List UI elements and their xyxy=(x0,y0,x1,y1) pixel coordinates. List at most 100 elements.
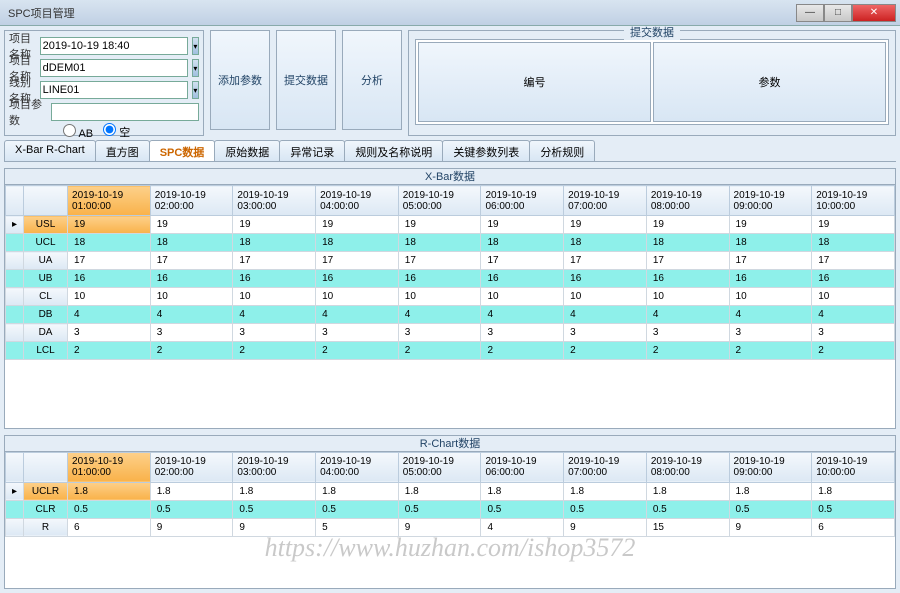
minimize-button[interactable]: — xyxy=(796,4,824,22)
cell[interactable]: 18 xyxy=(812,234,895,252)
cell[interactable]: 2 xyxy=(564,342,647,360)
cell[interactable]: 6 xyxy=(68,518,151,536)
cell[interactable]: 17 xyxy=(398,252,481,270)
cell[interactable]: 10 xyxy=(646,288,729,306)
project-date-input[interactable] xyxy=(40,37,188,55)
tab-7[interactable]: 分析规则 xyxy=(529,140,595,161)
tab-4[interactable]: 异常记录 xyxy=(279,140,345,161)
project-name-input[interactable] xyxy=(40,59,188,77)
cell[interactable]: 17 xyxy=(812,252,895,270)
cell[interactable]: 3 xyxy=(316,324,399,342)
cell[interactable]: 19 xyxy=(564,216,647,234)
xbar-grid[interactable]: 2019-10-1901:00:002019-10-1902:00:002019… xyxy=(5,185,895,360)
cell[interactable]: 3 xyxy=(481,324,564,342)
cell[interactable]: 9 xyxy=(729,518,812,536)
cell[interactable]: 1.8 xyxy=(398,482,481,500)
cell[interactable]: 2 xyxy=(68,342,151,360)
cell[interactable]: 17 xyxy=(646,252,729,270)
cell[interactable]: 1.8 xyxy=(481,482,564,500)
analyze-button[interactable]: 分析 xyxy=(342,30,402,130)
cell[interactable]: 0.5 xyxy=(150,500,233,518)
cell[interactable]: 1.8 xyxy=(646,482,729,500)
tab-2[interactable]: SPC数据 xyxy=(149,140,216,161)
radio-empty[interactable]: 空 xyxy=(103,123,130,140)
cell[interactable]: 16 xyxy=(398,270,481,288)
cell[interactable]: 19 xyxy=(646,216,729,234)
cell[interactable]: 18 xyxy=(481,234,564,252)
cell[interactable]: 10 xyxy=(564,288,647,306)
cell[interactable]: 0.5 xyxy=(68,500,151,518)
cell[interactable]: 16 xyxy=(481,270,564,288)
cell[interactable]: 18 xyxy=(233,234,316,252)
cell[interactable]: 2 xyxy=(233,342,316,360)
col-header[interactable]: 2019-10-1902:00:00 xyxy=(150,452,233,482)
cell[interactable]: 0.5 xyxy=(646,500,729,518)
cell[interactable]: 4 xyxy=(481,518,564,536)
cell[interactable]: 4 xyxy=(729,306,812,324)
cell[interactable]: 0.5 xyxy=(812,500,895,518)
cell[interactable]: 2 xyxy=(812,342,895,360)
cell[interactable]: 16 xyxy=(68,270,151,288)
cell[interactable]: 16 xyxy=(233,270,316,288)
cell[interactable]: 19 xyxy=(150,216,233,234)
col-header[interactable]: 2019-10-1904:00:00 xyxy=(316,452,399,482)
cell[interactable]: 3 xyxy=(646,324,729,342)
line-input[interactable] xyxy=(40,81,188,99)
cell[interactable]: 4 xyxy=(233,306,316,324)
cell[interactable]: 18 xyxy=(398,234,481,252)
cell[interactable]: 19 xyxy=(68,216,151,234)
cell[interactable]: 18 xyxy=(68,234,151,252)
cell[interactable]: 4 xyxy=(398,306,481,324)
rchart-grid[interactable]: 2019-10-1901:00:002019-10-1902:00:002019… xyxy=(5,452,895,537)
tab-6[interactable]: 关键参数列表 xyxy=(442,140,530,161)
cell[interactable]: 10 xyxy=(233,288,316,306)
cell[interactable]: 3 xyxy=(150,324,233,342)
name-dropdown-icon[interactable]: ▾ xyxy=(192,59,199,77)
col-header[interactable]: 2019-10-1910:00:00 xyxy=(812,186,895,216)
cell[interactable]: 4 xyxy=(564,306,647,324)
cell[interactable]: 17 xyxy=(150,252,233,270)
cell[interactable]: 19 xyxy=(481,216,564,234)
cell[interactable]: 3 xyxy=(233,324,316,342)
col-header[interactable]: 2019-10-1903:00:00 xyxy=(233,452,316,482)
col-header[interactable]: 2019-10-1907:00:00 xyxy=(564,186,647,216)
cell[interactable]: 3 xyxy=(398,324,481,342)
cell[interactable]: 3 xyxy=(68,324,151,342)
cell[interactable]: 17 xyxy=(729,252,812,270)
col-header[interactable]: 2019-10-1905:00:00 xyxy=(398,452,481,482)
cell[interactable]: 2 xyxy=(150,342,233,360)
cell[interactable]: 9 xyxy=(564,518,647,536)
cell[interactable]: 10 xyxy=(481,288,564,306)
cell[interactable]: 3 xyxy=(729,324,812,342)
cell[interactable]: 2 xyxy=(398,342,481,360)
close-button[interactable]: ✕ xyxy=(852,4,896,22)
cell[interactable]: 19 xyxy=(729,216,812,234)
cell[interactable]: 17 xyxy=(564,252,647,270)
tab-0[interactable]: X-Bar R-Chart xyxy=(4,140,96,161)
cell[interactable]: 2 xyxy=(646,342,729,360)
cell[interactable]: 3 xyxy=(812,324,895,342)
cell[interactable]: 16 xyxy=(316,270,399,288)
cell[interactable]: 4 xyxy=(150,306,233,324)
line-dropdown-icon[interactable]: ▾ xyxy=(192,81,199,99)
col-header[interactable]: 2019-10-1907:00:00 xyxy=(564,452,647,482)
cell[interactable]: 15 xyxy=(646,518,729,536)
cell[interactable]: 16 xyxy=(564,270,647,288)
cell[interactable]: 18 xyxy=(729,234,812,252)
col-header[interactable]: 2019-10-1909:00:00 xyxy=(729,452,812,482)
cell[interactable]: 10 xyxy=(398,288,481,306)
tab-5[interactable]: 规则及名称说明 xyxy=(344,140,443,161)
cell[interactable]: 4 xyxy=(68,306,151,324)
cell[interactable]: 16 xyxy=(812,270,895,288)
cell[interactable]: 18 xyxy=(564,234,647,252)
col-header[interactable]: 2019-10-1909:00:00 xyxy=(729,186,812,216)
cell[interactable]: 4 xyxy=(481,306,564,324)
tab-3[interactable]: 原始数据 xyxy=(214,140,280,161)
cell[interactable]: 10 xyxy=(729,288,812,306)
col-header[interactable]: 2019-10-1908:00:00 xyxy=(646,452,729,482)
cell[interactable]: 9 xyxy=(398,518,481,536)
param-input[interactable] xyxy=(51,103,199,121)
cell[interactable]: 19 xyxy=(398,216,481,234)
cell[interactable]: 18 xyxy=(150,234,233,252)
cell[interactable]: 18 xyxy=(316,234,399,252)
